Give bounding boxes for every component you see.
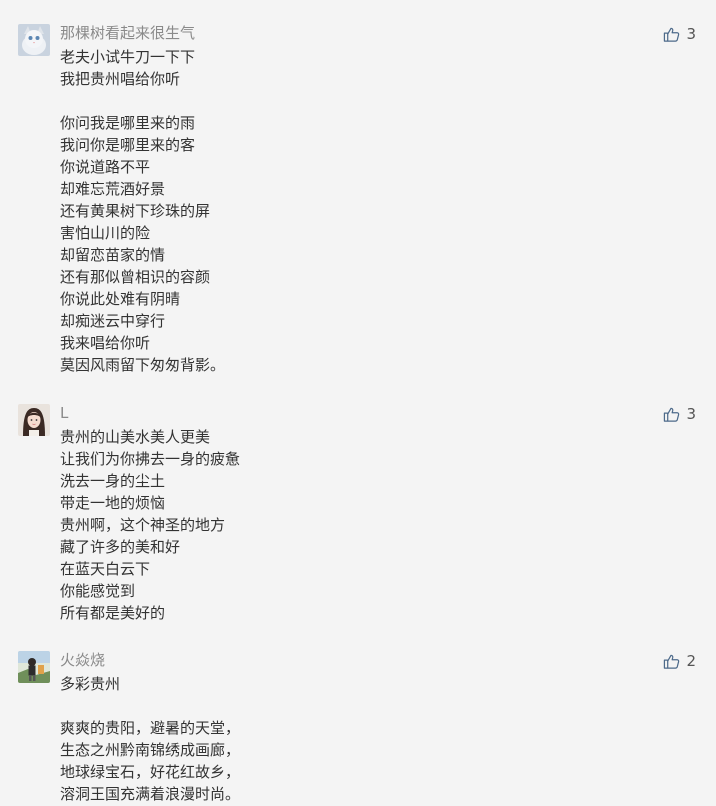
comment-content: 贵州的山美水美人更美 让我们为你拂去一身的疲惫 洗去一身的尘土 带走一地的烦恼 … (60, 426, 240, 624)
avatar[interactable] (18, 24, 50, 56)
avatar[interactable] (18, 404, 50, 436)
comment-line: 你问我是哪里来的雨 (60, 114, 196, 132)
comment-line: 我来唱给你听 (60, 334, 151, 352)
avatar[interactable] (18, 651, 50, 683)
comment-line: 却痴迷云中穿行 (60, 312, 166, 330)
comment-line: 爽爽的贵阳，避暑的天堂， (60, 719, 241, 737)
comment-line: 害怕山川的险 (60, 224, 151, 242)
thumbs-up-icon (663, 26, 680, 43)
like-count: 3 (686, 25, 696, 43)
like-button[interactable]: 3 (663, 405, 696, 423)
comment-line: 洗去一身的尘土 (60, 472, 166, 490)
comment-line (60, 90, 225, 112)
comment-line: 你说道路不平 (60, 158, 151, 176)
comment-line (60, 695, 240, 717)
comment-line: 藏了许多的美和好 (60, 538, 181, 556)
comment-line: 你能感觉到 (60, 582, 136, 600)
comment-line: 多彩贵州 (60, 675, 121, 693)
like-button[interactable]: 2 (663, 652, 696, 670)
comment-nickname: 火焱烧 (60, 651, 106, 669)
like-button[interactable]: 3 (663, 25, 696, 43)
comment-line: 贵州啊，这个神圣的地方 (60, 516, 226, 534)
comment-nickname: 那棵树看起来很生气 (60, 24, 196, 42)
comment-line: 在蓝天白云下 (60, 560, 151, 578)
comment-nickname: L (60, 404, 69, 422)
comment-content: 老夫小试牛刀一下下 我把贵州唱给你听 你问我是哪里来的雨 我问你是哪里来的客 你… (60, 46, 225, 376)
comment-line: 地球绿宝石，好花红故乡， (60, 763, 241, 781)
comment-line: 却难忘荒酒好景 (60, 180, 166, 198)
comment-line: 生态之州黔南锦绣成画廊， (60, 741, 241, 759)
comment-line: 却留恋苗家的情 (60, 246, 166, 264)
thumbs-up-icon (663, 653, 680, 670)
comment-line: 贵州的山美水美人更美 (60, 428, 211, 446)
like-count: 2 (686, 652, 696, 670)
comment-line: 溶洞王国充满着浪漫时尚。 (60, 785, 241, 803)
like-count: 3 (686, 405, 696, 423)
comment-line: 老夫小试牛刀一下下 (60, 48, 196, 66)
comment-line: 莫因风雨留下匆匆背影。 (60, 356, 226, 374)
comment-list: 那棵树看起来很生气 3 老夫小试牛刀一下下 我把贵州唱给你听 你问我是哪里来的雨… (0, 0, 716, 806)
thumbs-up-icon (663, 406, 680, 423)
comment-line: 还有黄果树下珍珠的屏 (60, 202, 211, 220)
comment-line: 让我们为你拂去一身的疲惫 (60, 450, 241, 468)
comment-line: 我问你是哪里来的客 (60, 136, 196, 154)
comment-line: 所有都是美好的 (60, 604, 166, 622)
comment-line: 带走一地的烦恼 (60, 494, 166, 512)
comment-line: 你说此处难有阴晴 (60, 290, 181, 308)
comment-content: 多彩贵州 爽爽的贵阳，避暑的天堂， 生态之州黔南锦绣成画廊， 地球绿宝石，好花红… (60, 673, 240, 805)
comment-line: 还有那似曾相识的容颜 (60, 268, 211, 286)
comment-line: 我把贵州唱给你听 (60, 70, 181, 88)
